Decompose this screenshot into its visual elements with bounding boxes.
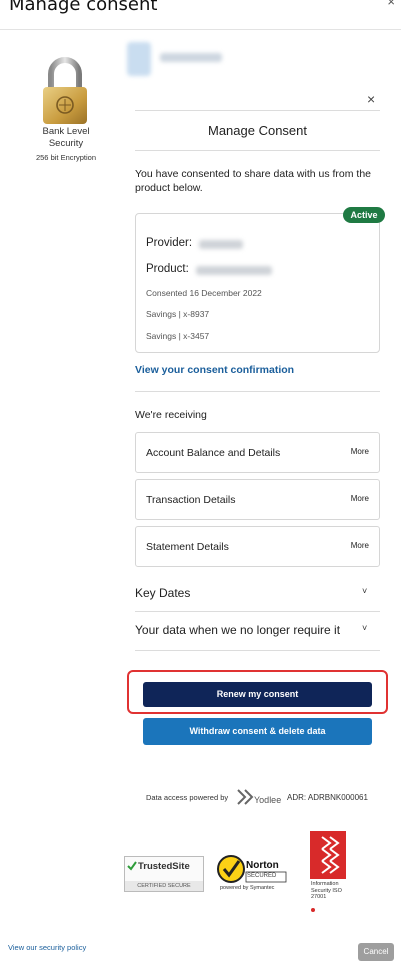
user-name-redacted bbox=[160, 53, 222, 62]
padlock-icon bbox=[43, 57, 87, 124]
status-badge: Active bbox=[343, 207, 385, 223]
powered-by-text: Data access powered by bbox=[146, 793, 229, 802]
receiving-item-statements: Statement Details More bbox=[135, 526, 380, 567]
more-link[interactable]: More bbox=[351, 447, 369, 456]
trustedsite-badge[interactable]: TrustedSite CERTIFIED SECURE bbox=[124, 856, 204, 892]
divider bbox=[135, 391, 380, 392]
security-title: Bank Level Security bbox=[42, 126, 90, 149]
adr-number: ADR: ADRBNK000061 bbox=[287, 793, 368, 802]
chevron-down-icon[interactable]: ˅ bbox=[362, 586, 367, 596]
product-value-redacted bbox=[196, 266, 272, 275]
divider bbox=[135, 611, 380, 612]
panel-title: Manage Consent bbox=[207, 123, 307, 138]
divider bbox=[135, 150, 380, 151]
receiving-item-label: Transaction Details bbox=[146, 494, 236, 506]
more-link[interactable]: More bbox=[351, 494, 369, 503]
receiving-item-label: Account Balance and Details bbox=[146, 447, 281, 459]
account-item: Savings | x-8937 bbox=[146, 309, 210, 319]
trustedsite-sub: CERTIFIED SECURE bbox=[125, 881, 203, 891]
divider bbox=[135, 650, 380, 651]
cancel-button[interactable]: Cancel bbox=[358, 943, 394, 961]
product-label: Product: bbox=[146, 263, 189, 275]
data-retention-accordion[interactable]: Your data when we no longer require it bbox=[135, 623, 340, 637]
more-link[interactable]: More bbox=[351, 541, 369, 550]
iso-text: Information Security ISO 27001 bbox=[311, 881, 342, 900]
security-policy-link[interactable]: View our security policy bbox=[8, 943, 86, 952]
modal-header: Manage consent × bbox=[0, 0, 401, 30]
consented-date: Consented 16 December 2022 bbox=[146, 288, 262, 298]
receiving-item-transactions: Transaction Details More bbox=[135, 479, 380, 520]
modal-title: Manage consent bbox=[9, 0, 158, 15]
receiving-title: We're receiving bbox=[135, 409, 207, 421]
key-dates-accordion[interactable]: Key Dates bbox=[135, 586, 190, 600]
renew-consent-button[interactable]: Renew my consent bbox=[143, 682, 372, 707]
trustedsite-name: TrustedSite bbox=[138, 861, 190, 872]
norton-powered-by: powered by Symantec bbox=[220, 885, 275, 891]
iso-certification-icon bbox=[310, 831, 346, 912]
norton-secured: SECURED bbox=[247, 873, 277, 879]
chevron-down-icon[interactable]: ˅ bbox=[362, 623, 367, 633]
modal-close-icon[interactable]: × bbox=[387, 0, 395, 9]
user-avatar bbox=[127, 42, 151, 76]
receiving-item-label: Statement Details bbox=[146, 541, 229, 553]
view-consent-confirmation-link[interactable]: View your consent confirmation bbox=[135, 364, 294, 376]
consent-intro-text: You have consented to share data with us… bbox=[135, 168, 372, 194]
provider-label: Provider: bbox=[146, 237, 193, 249]
withdraw-consent-button[interactable]: Withdraw consent & delete data bbox=[143, 718, 372, 745]
account-item: Savings | x-3457 bbox=[146, 331, 210, 341]
divider bbox=[135, 110, 380, 111]
security-subtitle: 256 bit Encryption bbox=[35, 153, 97, 162]
norton-name: Norton bbox=[246, 860, 279, 871]
receiving-item-account-balance: Account Balance and Details More bbox=[135, 432, 380, 473]
checkmark-icon bbox=[127, 861, 137, 871]
panel-close-icon[interactable]: × bbox=[367, 91, 375, 107]
provider-value-redacted bbox=[199, 240, 243, 249]
yodlee-brand: Yodlee bbox=[254, 795, 282, 805]
